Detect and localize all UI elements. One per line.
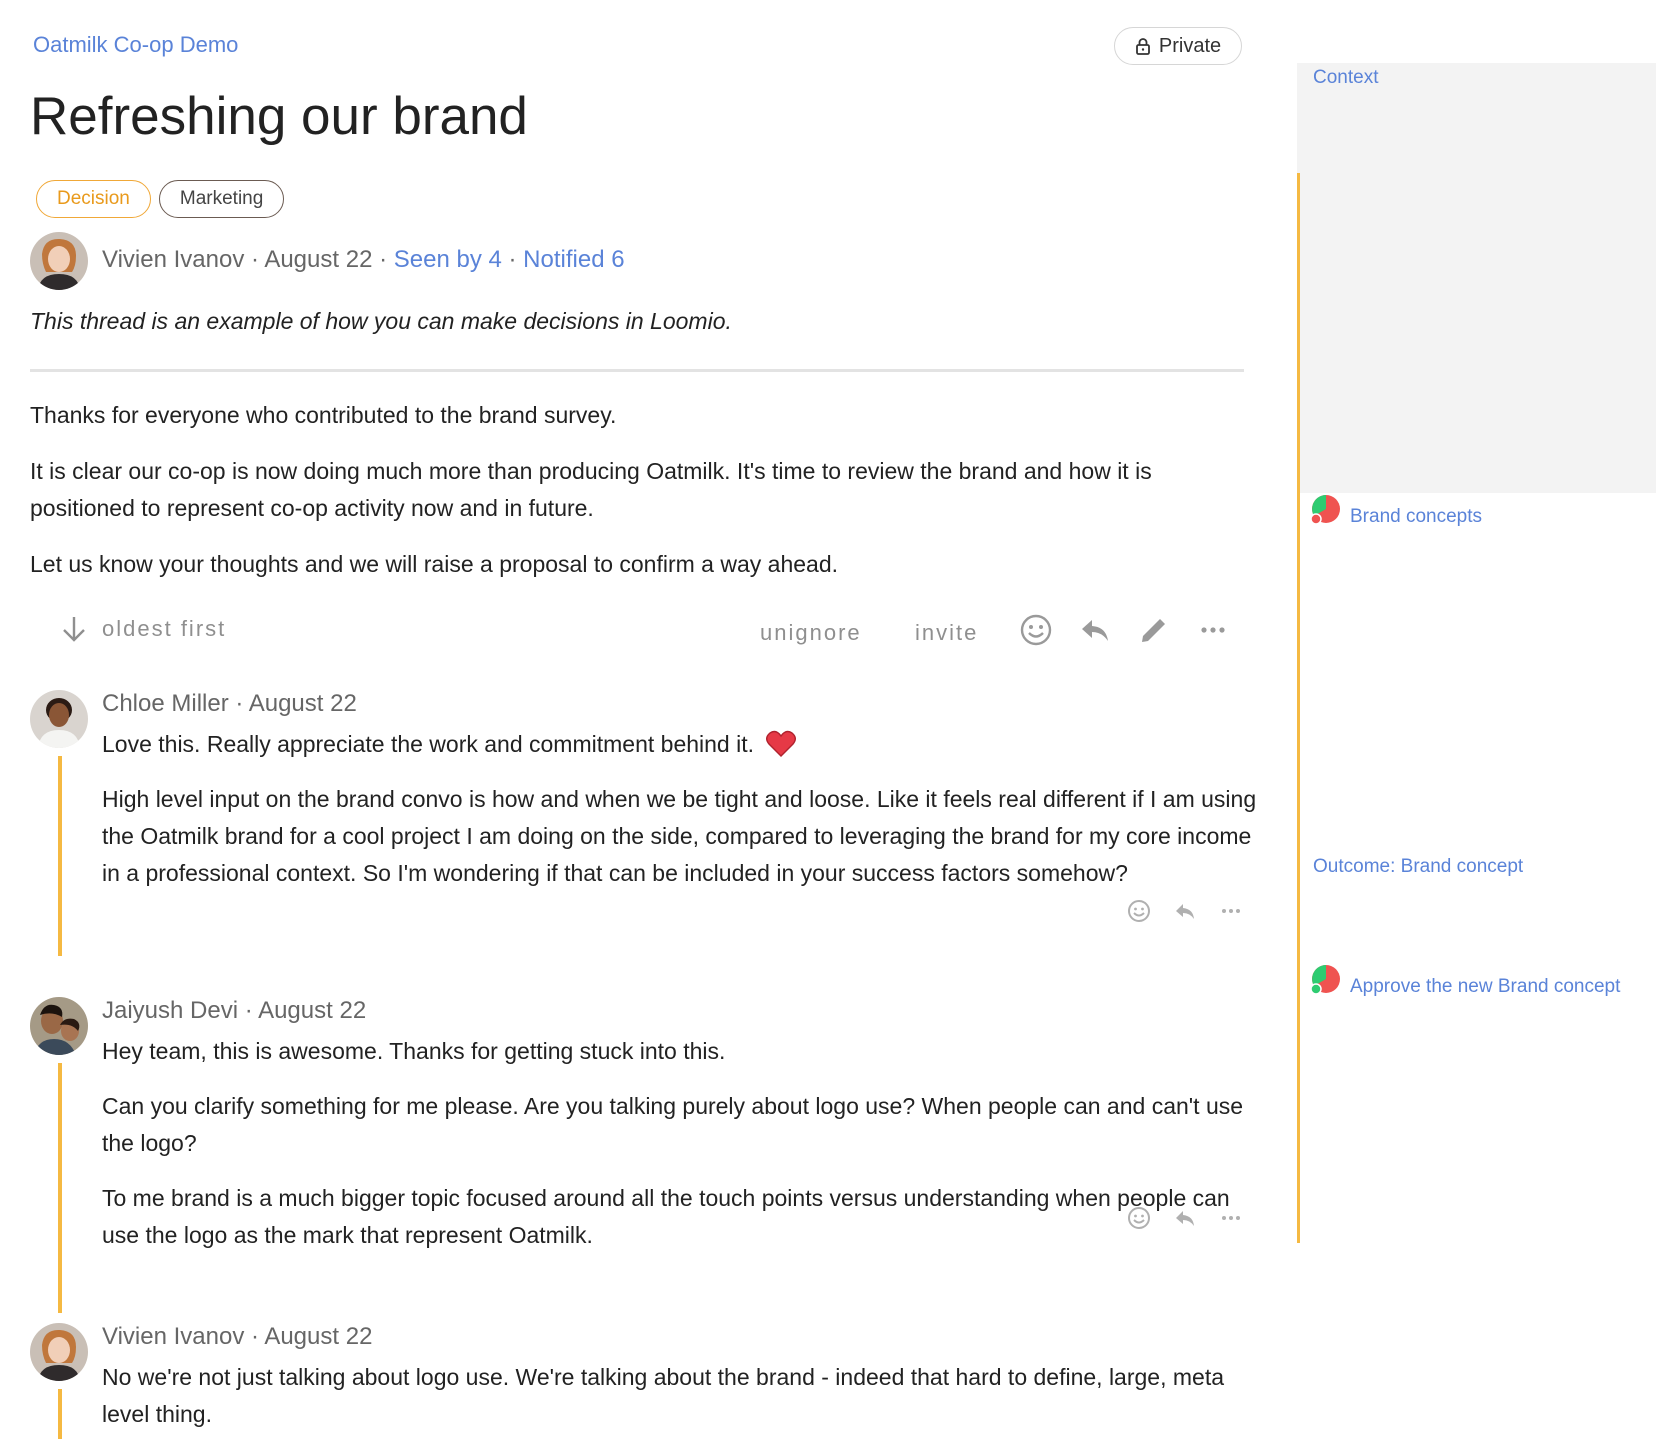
comment-meta: Jaiyush Devi · August 22 — [102, 997, 367, 1024]
more-icon[interactable] — [1218, 1205, 1244, 1231]
privacy-button[interactable]: Private — [1114, 27, 1242, 65]
thread-actions-bar: oldest first unignore invite — [30, 608, 1244, 652]
comment-paragraph: To me brand is a much bigger topic focus… — [102, 1185, 1230, 1248]
tag-list: Decision Marketing — [36, 180, 285, 218]
comment-item: Chloe Miller · August 22 Love this. Real… — [30, 690, 1256, 956]
context-panel — [1297, 63, 1656, 493]
tag-decision[interactable]: Decision — [36, 180, 151, 218]
timeline-proposal-approve-brand[interactable]: Approve the new Brand concept — [1350, 976, 1620, 998]
body-paragraph: It is clear our co-op is now doing much … — [30, 458, 1152, 521]
avatar-chloe[interactable] — [30, 690, 88, 748]
reply-icon[interactable] — [1172, 898, 1198, 924]
more-icon[interactable] — [1195, 612, 1231, 648]
comment-meta: Chloe Miller · August 22 — [102, 690, 357, 717]
thread-author-row: Vivien Ivanov · August 22 · Seen by 4 · … — [30, 232, 1244, 290]
avatar-vivien[interactable] — [30, 232, 88, 290]
group-breadcrumb-link[interactable]: Oatmilk Co-op Demo — [33, 32, 238, 58]
thread-line — [58, 756, 62, 956]
comment-author[interactable]: Chloe Miller — [102, 690, 229, 717]
privacy-label: Private — [1158, 34, 1222, 57]
timeline-context-link[interactable]: Context — [1313, 67, 1378, 89]
comment-paragraph: Can you clarify something for me please.… — [102, 1093, 1244, 1156]
sort-label: oldest first — [102, 616, 227, 641]
thread-line — [58, 1063, 62, 1313]
comment-paragraph: Hey team, this is awesome. Thanks for ge… — [102, 1038, 726, 1064]
edit-icon[interactable] — [1136, 612, 1172, 648]
comment-meta: Vivien Ivanov · August 22 — [102, 1323, 373, 1350]
thread-body: Thanks for everyone who contributed to t… — [30, 397, 1244, 602]
author-name[interactable]: Vivien Ivanov — [102, 246, 244, 273]
timeline-poll-brand-concepts[interactable]: Brand concepts — [1350, 506, 1482, 528]
separator: · — [372, 246, 394, 273]
comment-item: Jaiyush Devi · August 22 Hey team, this … — [30, 997, 1244, 1313]
notified-link[interactable]: Notified 6 — [523, 246, 624, 273]
emoji-icon[interactable] — [1126, 898, 1152, 924]
reply-icon[interactable] — [1172, 1205, 1198, 1231]
comment-body: Love this. Really appreciate the work an… — [102, 726, 1262, 910]
post-date: August 22 — [264, 246, 373, 273]
thread-intro: This thread is an example of how you can… — [30, 308, 732, 334]
comment-date: August 22 — [258, 997, 367, 1024]
comment-item: Vivien Ivanov · August 22 No we're not j… — [30, 1323, 1244, 1439]
avatar-image — [30, 690, 88, 748]
divider — [30, 369, 1244, 372]
thread-meta: Vivien Ivanov · August 22 · Seen by 4 · … — [102, 246, 625, 274]
emoji-icon[interactable] — [1126, 1205, 1152, 1231]
avatar-jaiyush[interactable] — [30, 997, 88, 1055]
comment-date: August 22 — [248, 690, 357, 717]
comment-paragraph: No we're not just talking about logo use… — [102, 1364, 1225, 1427]
timeline-outcome-link[interactable]: Outcome: Brand concept — [1313, 856, 1523, 878]
unignore-button[interactable]: unignore — [760, 620, 862, 646]
body-paragraph: Thanks for everyone who contributed to t… — [30, 402, 617, 428]
comment-body: No we're not just talking about logo use… — [102, 1359, 1262, 1451]
timeline-line — [1297, 173, 1300, 1243]
comment-actions — [1126, 898, 1244, 924]
heart-icon — [766, 730, 797, 757]
comment-body: Hey team, this is awesome. Thanks for ge… — [102, 1033, 1262, 1272]
comment-paragraph: Love this. Really appreciate the work an… — [102, 731, 754, 757]
tag-marketing[interactable]: Marketing — [158, 180, 285, 218]
sort-order-button[interactable]: oldest first — [60, 614, 226, 644]
invite-button[interactable]: invite — [915, 620, 978, 646]
emoji-icon[interactable] — [1018, 612, 1054, 648]
avatar-vivien[interactable] — [30, 1323, 88, 1381]
body-paragraph: Let us know your thoughts and we will ra… — [30, 551, 838, 577]
proposal-pie-icon — [1311, 965, 1340, 994]
reply-icon[interactable] — [1077, 612, 1113, 648]
comment-author[interactable]: Jaiyush Devi — [102, 997, 238, 1024]
avatar-image — [30, 232, 88, 290]
poll-pie-icon — [1311, 495, 1340, 524]
seen-by-link[interactable]: Seen by 4 — [394, 246, 502, 273]
thread-line — [58, 1389, 62, 1439]
sort-arrow-icon — [63, 617, 85, 642]
separator: · — [244, 246, 265, 273]
thread-title: Refreshing our brand — [30, 87, 528, 146]
separator: · — [501, 246, 524, 273]
comment-date: August 22 — [264, 1323, 373, 1350]
comment-author[interactable]: Vivien Ivanov — [102, 1323, 244, 1350]
avatar-image — [30, 1323, 88, 1381]
comment-actions — [1126, 1205, 1244, 1231]
lock-icon — [1135, 38, 1150, 55]
more-icon[interactable] — [1218, 898, 1244, 924]
comment-paragraph: High level input on the brand convo is h… — [102, 786, 1257, 886]
avatar-image — [30, 997, 88, 1055]
